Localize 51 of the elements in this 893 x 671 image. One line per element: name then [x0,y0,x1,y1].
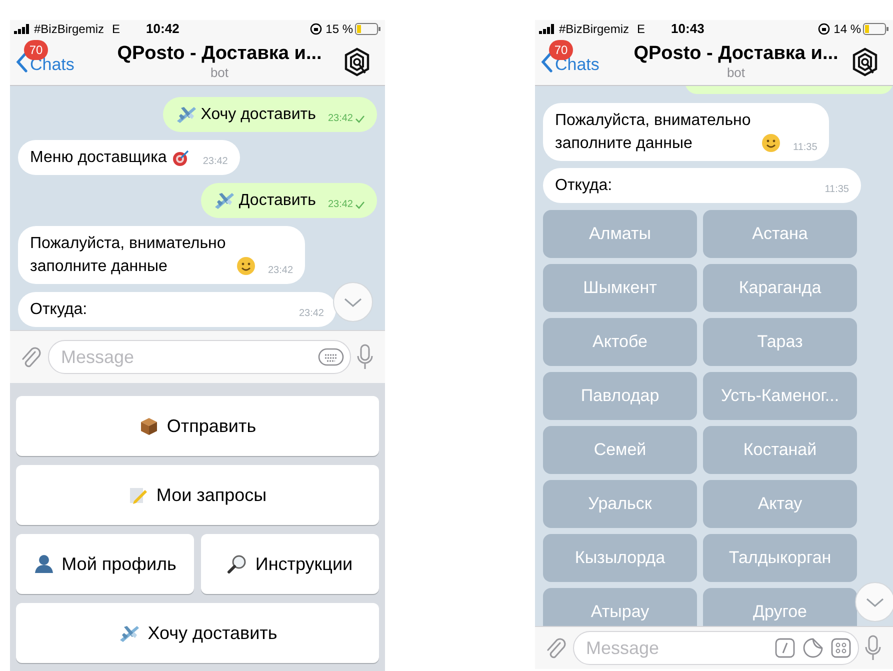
inline-keyboard-button[interactable]: Уральск [543,480,697,528]
keyboard-button[interactable]: Мои запросы [16,465,379,525]
keyboard-button[interactable]: Хочу доставить [16,603,379,663]
inline-keyboard-button[interactable]: Кызылорда [543,534,697,582]
message-text: Откуда: [555,176,612,196]
carrier-name: #BizBirgemiz [559,21,630,38]
inline-keyboard-button[interactable]: Шымкент [543,264,697,312]
clock-time: 10:42 [146,20,180,38]
message-field[interactable]: Message [573,631,859,665]
inline-keyboard-button[interactable]: Астана [703,210,857,258]
chat-title: QPosto - Доставка и... [634,43,838,65]
message-time: 23:42 [298,307,324,321]
message-text: Хочу доставить [200,105,316,125]
inline-keyboard-button[interactable]: Павлодар [543,372,697,420]
battery-percent: 14 % [834,21,861,38]
clock-time: 10:43 [671,20,704,38]
message-time: 11:35 [793,141,818,155]
keyboard-button[interactable]: Инструкции [201,534,379,594]
keyboard-button[interactable]: Отправить [16,396,379,456]
message-text: Пожалуйста, внимательно заполните данные [30,234,227,277]
message-time: 11:35 [824,183,849,197]
chat-subtitle: bot [726,65,746,80]
inline-keyboard-button[interactable]: Усть-Каменог... [703,372,857,420]
message-text: Пожалуйста, внимательно заполните данные [555,111,752,154]
carrier-name: #BizBirgemiz [34,21,104,38]
inline-keyboard-button[interactable]: Тараз [703,318,857,366]
message-text: Откуда: [30,300,88,320]
inline-keyboard-button[interactable]: Другое [703,588,857,626]
network-type: E [112,21,120,38]
inline-keyboard-button[interactable]: Актобе [543,318,697,366]
message-text: Меню доставщика [30,148,167,168]
message-time: 23:42 [268,264,294,278]
network-type: E [637,21,646,38]
inline-keyboard-button[interactable]: Атырау [543,588,697,626]
message-time: 23:42 [202,155,228,169]
message-field[interactable]: Message [48,340,351,374]
chat-subtitle: bot [210,65,229,80]
chat-title: QPosto - Доставка и... [117,43,322,65]
message-time: 23:42 [328,112,353,126]
inline-keyboard-button[interactable]: Актау [703,480,857,528]
message-text: Доставить [238,191,316,211]
unread-badge: 70 [549,40,573,60]
battery-percent: 15 % [326,21,353,38]
unread-badge: 70 [24,40,48,60]
message-time: 23:42 [328,198,353,212]
inline-keyboard-button[interactable]: Семей [543,426,697,474]
inline-keyboard-button[interactable]: Костанай [703,426,857,474]
keyboard-button[interactable]: Мой профиль [16,534,194,594]
inline-keyboard-button[interactable]: Алматы [543,210,697,258]
inline-keyboard-button[interactable]: Караганда [703,264,857,312]
inline-keyboard-button[interactable]: Талдыкорган [703,534,857,582]
